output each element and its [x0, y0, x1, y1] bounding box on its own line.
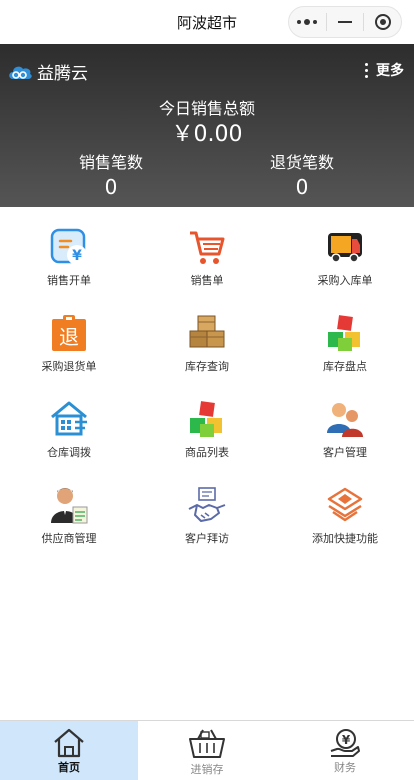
return-count-label: 退货笔数	[269, 153, 334, 172]
return-tag-icon: 退	[52, 315, 86, 351]
title-bar: 阿波超市	[0, 0, 414, 44]
tab-label: 财务	[334, 761, 356, 774]
sales-count-value: 0	[104, 175, 118, 199]
warehouse-icon	[51, 401, 87, 436]
cubes-icon	[328, 315, 360, 351]
finance-hand-icon: ¥	[330, 729, 360, 757]
vertical-dots-icon	[365, 62, 368, 78]
grid-item-add-shortcut[interactable]: 添加快捷功能	[276, 465, 414, 551]
target-icon	[374, 14, 391, 30]
grid-item-label: 商品列表	[185, 446, 229, 459]
grid-item-label: 仓库调拨	[47, 446, 91, 459]
layers-icon	[327, 487, 363, 522]
truck-icon	[328, 233, 362, 263]
return-count-stat: 退货笔数 0	[232, 149, 372, 199]
bottom-tab-bar: 首页 进销存 ¥ 财务	[0, 720, 414, 780]
more-dots-icon	[297, 19, 318, 25]
grid-item-label: 采购入库单	[317, 274, 373, 287]
sales-count-label: 销售笔数	[78, 153, 143, 172]
minimize-button[interactable]	[327, 7, 364, 37]
more-options-button[interactable]	[289, 7, 326, 37]
grid-item-label: 销售单	[190, 274, 224, 287]
grid-item-customer-management[interactable]: 客户管理	[276, 379, 414, 465]
close-miniapp-button[interactable]	[364, 7, 401, 37]
boxes-icon	[189, 315, 225, 348]
sales-summary-header: 益腾云 更多 今日销售总额 ￥0.00 销售笔数 0 退货笔数 0	[0, 44, 414, 207]
capsule-menu	[288, 6, 402, 38]
tab-label: 首页	[58, 761, 80, 774]
svg-text:退: 退	[59, 325, 79, 349]
supplier-icon	[51, 488, 88, 524]
cloud-logo-icon	[9, 66, 32, 79]
grid-item-label: 库存查询	[185, 360, 229, 373]
grid-item-purchase-inbound[interactable]: 采购入库单	[276, 207, 414, 293]
sales-count-stat: 销售笔数 0	[41, 149, 181, 199]
grid-item-product-list[interactable]: 商品列表	[138, 379, 276, 465]
home-icon	[54, 728, 84, 758]
grid-item-purchase-return[interactable]: 退 采购退货单	[0, 293, 138, 379]
grid-item-label: 添加快捷功能	[312, 532, 378, 545]
grid-item-warehouse-transfer[interactable]: 仓库调拨	[0, 379, 138, 465]
grid-item-label: 供应商管理	[41, 532, 97, 545]
grid-item-stock-count[interactable]: 库存盘点	[276, 293, 414, 379]
shopping-basket-icon	[189, 729, 225, 758]
sales-order-icon: ¥	[50, 228, 87, 265]
tab-inventory[interactable]: 进销存	[138, 721, 276, 780]
grid-item-sales-order[interactable]: ¥ 销售开单	[0, 207, 138, 293]
tab-home[interactable]: 首页	[0, 721, 138, 780]
cart-icon	[190, 231, 225, 264]
cubes-icon	[190, 401, 222, 437]
grid-item-stock-query[interactable]: 库存查询	[138, 293, 276, 379]
today-sales-total-value: ￥0.00	[171, 122, 243, 147]
grid-item-sales-list[interactable]: 销售单	[138, 207, 276, 293]
minus-icon	[338, 21, 352, 23]
grid-item-label: 客户拜访	[185, 532, 229, 545]
more-button[interactable]: 更多	[365, 60, 404, 80]
tab-label: 进销存	[190, 763, 224, 776]
grid-item-label: 客户管理	[323, 446, 367, 459]
brand-logo: 益腾云	[7, 59, 88, 84]
brand-name: 益腾云	[37, 64, 88, 84]
svg-text:¥: ¥	[342, 733, 351, 747]
more-label: 更多	[376, 63, 404, 79]
svg-text:¥: ¥	[72, 248, 82, 264]
handshake-icon	[188, 487, 226, 522]
return-count-value: 0	[295, 175, 309, 199]
tab-finance[interactable]: ¥ 财务	[276, 721, 414, 780]
grid-item-customer-visit[interactable]: 客户拜访	[138, 465, 276, 551]
grid-item-label: 销售开单	[47, 274, 91, 287]
grid-item-label: 库存盘点	[323, 360, 367, 373]
grid-item-supplier-management[interactable]: 供应商管理	[0, 465, 138, 551]
grid-item-label: 采购退货单	[41, 360, 97, 373]
customers-icon	[327, 403, 363, 437]
